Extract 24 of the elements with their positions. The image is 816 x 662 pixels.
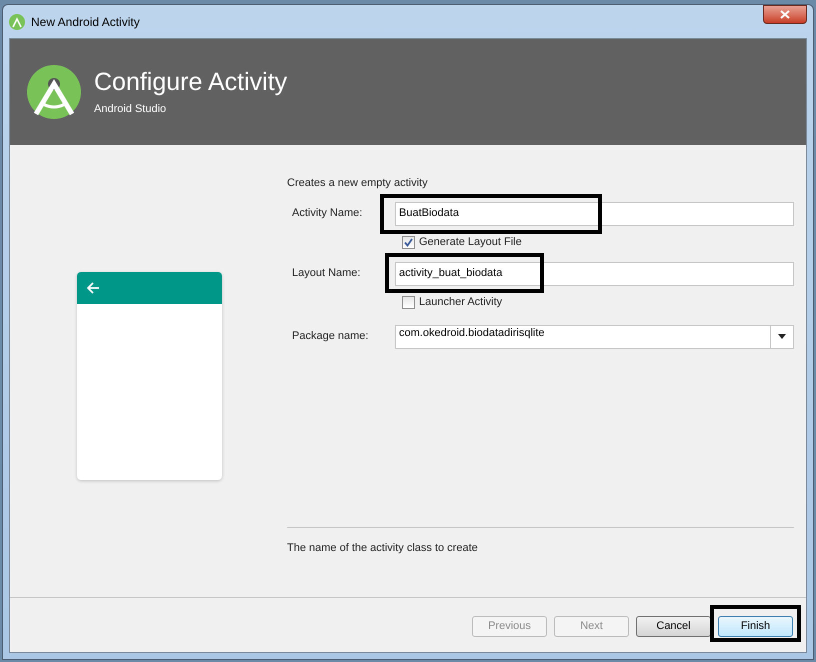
checkbox-label: Generate Layout File xyxy=(419,235,522,250)
close-button[interactable] xyxy=(763,5,807,24)
intro-text: Creates a new empty activity xyxy=(287,176,429,191)
dialog-button[interactable]: Finish xyxy=(718,616,793,637)
back-arrow-icon xyxy=(87,282,100,294)
dropdown-arrow-icon xyxy=(778,334,786,339)
window-title: New Android Activity xyxy=(31,14,140,30)
checkbox[interactable] xyxy=(402,296,415,309)
checkbox-label: Launcher Activity xyxy=(419,295,502,310)
header-title: Configure Activity xyxy=(94,66,288,97)
checkbox[interactable] xyxy=(402,236,415,249)
description-text: The name of the activity class to create xyxy=(287,542,478,554)
text-field[interactable]: activity_buat_biodata xyxy=(395,262,794,286)
text-field[interactable]: BuatBiodata xyxy=(395,202,794,226)
header-subtitle: Android Studio xyxy=(94,102,168,117)
field-label: Layout Name: xyxy=(292,266,362,282)
package-combo-box[interactable]: com.okedroid.biodatadirisqlite xyxy=(395,324,794,348)
field-label: Package name: xyxy=(292,329,370,344)
field-label: Activity Name: xyxy=(292,206,364,222)
close-icon xyxy=(780,10,790,19)
check-icon xyxy=(404,238,413,247)
android-studio-logo-icon xyxy=(26,64,82,120)
android-logo-icon xyxy=(9,14,25,30)
dialog-button[interactable]: Cancel xyxy=(636,616,711,637)
